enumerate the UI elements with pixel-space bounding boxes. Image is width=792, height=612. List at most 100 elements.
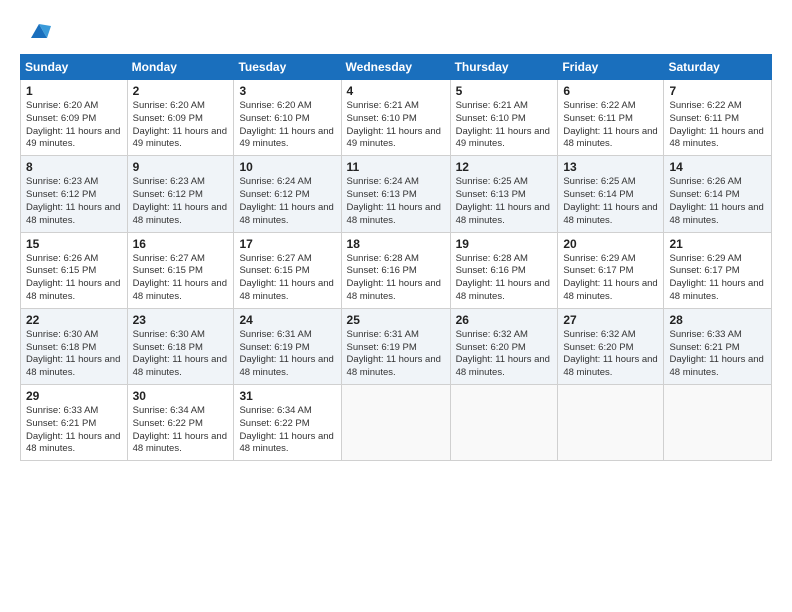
day-number: 17 [239, 237, 335, 251]
calendar-cell: 5 Sunrise: 6:21 AMSunset: 6:10 PMDaylight… [450, 80, 558, 156]
calendar-cell: 4 Sunrise: 6:21 AMSunset: 6:10 PMDaylight… [341, 80, 450, 156]
calendar-cell: 30 Sunrise: 6:34 AMSunset: 6:22 PMDayligh… [127, 385, 234, 461]
day-info: Sunrise: 6:26 AMSunset: 6:15 PMDaylight:… [26, 253, 122, 304]
week-row-4: 22 Sunrise: 6:30 AMSunset: 6:18 PMDayligh… [21, 308, 772, 384]
calendar-cell: 6 Sunrise: 6:22 AMSunset: 6:11 PMDaylight… [558, 80, 664, 156]
calendar-cell: 21 Sunrise: 6:29 AMSunset: 6:17 PMDayligh… [664, 232, 772, 308]
calendar-cell: 2 Sunrise: 6:20 AMSunset: 6:09 PMDaylight… [127, 80, 234, 156]
day-number: 4 [347, 84, 445, 98]
calendar-cell [664, 385, 772, 461]
calendar: SundayMondayTuesdayWednesdayThursdayFrid… [20, 54, 772, 461]
day-info: Sunrise: 6:24 AMSunset: 6:13 PMDaylight:… [347, 176, 445, 227]
week-row-1: 1 Sunrise: 6:20 AMSunset: 6:09 PMDaylight… [21, 80, 772, 156]
day-info: Sunrise: 6:34 AMSunset: 6:22 PMDaylight:… [133, 405, 229, 456]
day-number: 15 [26, 237, 122, 251]
weekday-header-row: SundayMondayTuesdayWednesdayThursdayFrid… [21, 55, 772, 80]
calendar-cell: 26Sunrise: 6:32 AMSunset: 6:20 PMDayligh… [450, 308, 558, 384]
week-row-5: 29Sunrise: 6:33 AMSunset: 6:21 PMDayligh… [21, 385, 772, 461]
calendar-cell: 25Sunrise: 6:31 AMSunset: 6:19 PMDayligh… [341, 308, 450, 384]
day-number: 23 [133, 313, 229, 327]
weekday-header-thursday: Thursday [450, 55, 558, 80]
day-info: Sunrise: 6:28 AMSunset: 6:16 PMDaylight:… [347, 253, 445, 304]
calendar-cell: 8Sunrise: 6:23 AMSunset: 6:12 PMDaylight… [21, 156, 128, 232]
week-row-2: 8 Sunrise: 6:23 AMSunset: 6:12 PMDaylight… [21, 156, 772, 232]
day-info: Sunrise: 6:25 AMSunset: 6:14 PMDaylight:… [563, 176, 658, 227]
day-info: Sunrise: 6:27 AMSunset: 6:15 PMDaylight:… [239, 253, 335, 304]
day-number: 3 [239, 84, 335, 98]
calendar-cell: 27 Sunrise: 6:32 AMSunset: 6:20 PMDayligh… [558, 308, 664, 384]
week-row-3: 15 Sunrise: 6:26 AMSunset: 6:15 PMDayligh… [21, 232, 772, 308]
day-number: 28 [669, 313, 766, 327]
day-info: Sunrise: 6:27 AMSunset: 6:15 PMDaylight:… [133, 253, 229, 304]
calendar-cell: 3 Sunrise: 6:20 AMSunset: 6:10 PMDaylight… [234, 80, 341, 156]
day-number: 31 [239, 389, 335, 403]
day-info: Sunrise: 6:20 AMSunset: 6:09 PMDaylight:… [133, 100, 229, 151]
day-info: Sunrise: 6:31 AMSunset: 6:19 PMDaylight:… [347, 329, 445, 380]
calendar-cell [450, 385, 558, 461]
calendar-cell: 31 Sunrise: 6:34 AMSunset: 6:22 PMDayligh… [234, 385, 341, 461]
weekday-header-sunday: Sunday [21, 55, 128, 80]
day-info: Sunrise: 6:23 AMSunset: 6:12 PMDaylight:… [133, 176, 229, 227]
day-number: 30 [133, 389, 229, 403]
calendar-cell: 14Sunrise: 6:26 AMSunset: 6:14 PMDayligh… [664, 156, 772, 232]
day-info: Sunrise: 6:21 AMSunset: 6:10 PMDaylight:… [347, 100, 445, 151]
day-number: 18 [347, 237, 445, 251]
weekday-header-saturday: Saturday [664, 55, 772, 80]
day-number: 7 [669, 84, 766, 98]
day-number: 13 [563, 160, 658, 174]
calendar-cell: 20Sunrise: 6:29 AMSunset: 6:17 PMDayligh… [558, 232, 664, 308]
header [20, 16, 772, 44]
logo [20, 16, 53, 44]
day-number: 5 [456, 84, 553, 98]
calendar-cell: 1 Sunrise: 6:20 AMSunset: 6:09 PMDaylight… [21, 80, 128, 156]
day-number: 8 [26, 160, 122, 174]
weekday-header-wednesday: Wednesday [341, 55, 450, 80]
calendar-cell: 24 Sunrise: 6:31 AMSunset: 6:19 PMDayligh… [234, 308, 341, 384]
day-info: Sunrise: 6:25 AMSunset: 6:13 PMDaylight:… [456, 176, 553, 227]
day-number: 22 [26, 313, 122, 327]
calendar-cell: 28 Sunrise: 6:33 AMSunset: 6:21 PMDayligh… [664, 308, 772, 384]
calendar-cell: 18 Sunrise: 6:28 AMSunset: 6:16 PMDayligh… [341, 232, 450, 308]
calendar-cell: 15 Sunrise: 6:26 AMSunset: 6:15 PMDayligh… [21, 232, 128, 308]
day-number: 10 [239, 160, 335, 174]
calendar-cell: 23Sunrise: 6:30 AMSunset: 6:18 PMDayligh… [127, 308, 234, 384]
calendar-cell: 9Sunrise: 6:23 AMSunset: 6:12 PMDaylight… [127, 156, 234, 232]
calendar-cell: 10Sunrise: 6:24 AMSunset: 6:12 PMDayligh… [234, 156, 341, 232]
day-number: 19 [456, 237, 553, 251]
day-number: 21 [669, 237, 766, 251]
day-number: 16 [133, 237, 229, 251]
day-info: Sunrise: 6:28 AMSunset: 6:16 PMDaylight:… [456, 253, 553, 304]
calendar-cell [341, 385, 450, 461]
day-number: 27 [563, 313, 658, 327]
day-info: Sunrise: 6:34 AMSunset: 6:22 PMDaylight:… [239, 405, 335, 456]
day-info: Sunrise: 6:30 AMSunset: 6:18 PMDaylight:… [26, 329, 122, 380]
day-info: Sunrise: 6:20 AMSunset: 6:10 PMDaylight:… [239, 100, 335, 151]
day-number: 24 [239, 313, 335, 327]
day-number: 14 [669, 160, 766, 174]
day-number: 12 [456, 160, 553, 174]
day-number: 6 [563, 84, 658, 98]
day-info: Sunrise: 6:22 AMSunset: 6:11 PMDaylight:… [563, 100, 658, 151]
day-info: Sunrise: 6:29 AMSunset: 6:17 PMDaylight:… [669, 253, 766, 304]
calendar-cell: 22 Sunrise: 6:30 AMSunset: 6:18 PMDayligh… [21, 308, 128, 384]
day-info: Sunrise: 6:31 AMSunset: 6:19 PMDaylight:… [239, 329, 335, 380]
day-info: Sunrise: 6:33 AMSunset: 6:21 PMDaylight:… [669, 329, 766, 380]
calendar-cell: 16 Sunrise: 6:27 AMSunset: 6:15 PMDayligh… [127, 232, 234, 308]
day-number: 2 [133, 84, 229, 98]
day-info: Sunrise: 6:22 AMSunset: 6:11 PMDaylight:… [669, 100, 766, 151]
calendar-cell: 17 Sunrise: 6:27 AMSunset: 6:15 PMDayligh… [234, 232, 341, 308]
day-number: 29 [26, 389, 122, 403]
day-number: 20 [563, 237, 658, 251]
day-info: Sunrise: 6:20 AMSunset: 6:09 PMDaylight:… [26, 100, 122, 151]
calendar-cell: 12 Sunrise: 6:25 AMSunset: 6:13 PMDayligh… [450, 156, 558, 232]
weekday-header-friday: Friday [558, 55, 664, 80]
day-number: 11 [347, 160, 445, 174]
day-info: Sunrise: 6:21 AMSunset: 6:10 PMDaylight:… [456, 100, 553, 151]
calendar-cell: 13 Sunrise: 6:25 AMSunset: 6:14 PMDayligh… [558, 156, 664, 232]
day-number: 1 [26, 84, 122, 98]
page: SundayMondayTuesdayWednesdayThursdayFrid… [0, 0, 792, 612]
calendar-cell: 7 Sunrise: 6:22 AMSunset: 6:11 PMDaylight… [664, 80, 772, 156]
calendar-cell [558, 385, 664, 461]
day-number: 26 [456, 313, 553, 327]
day-info: Sunrise: 6:32 AMSunset: 6:20 PMDaylight:… [563, 329, 658, 380]
